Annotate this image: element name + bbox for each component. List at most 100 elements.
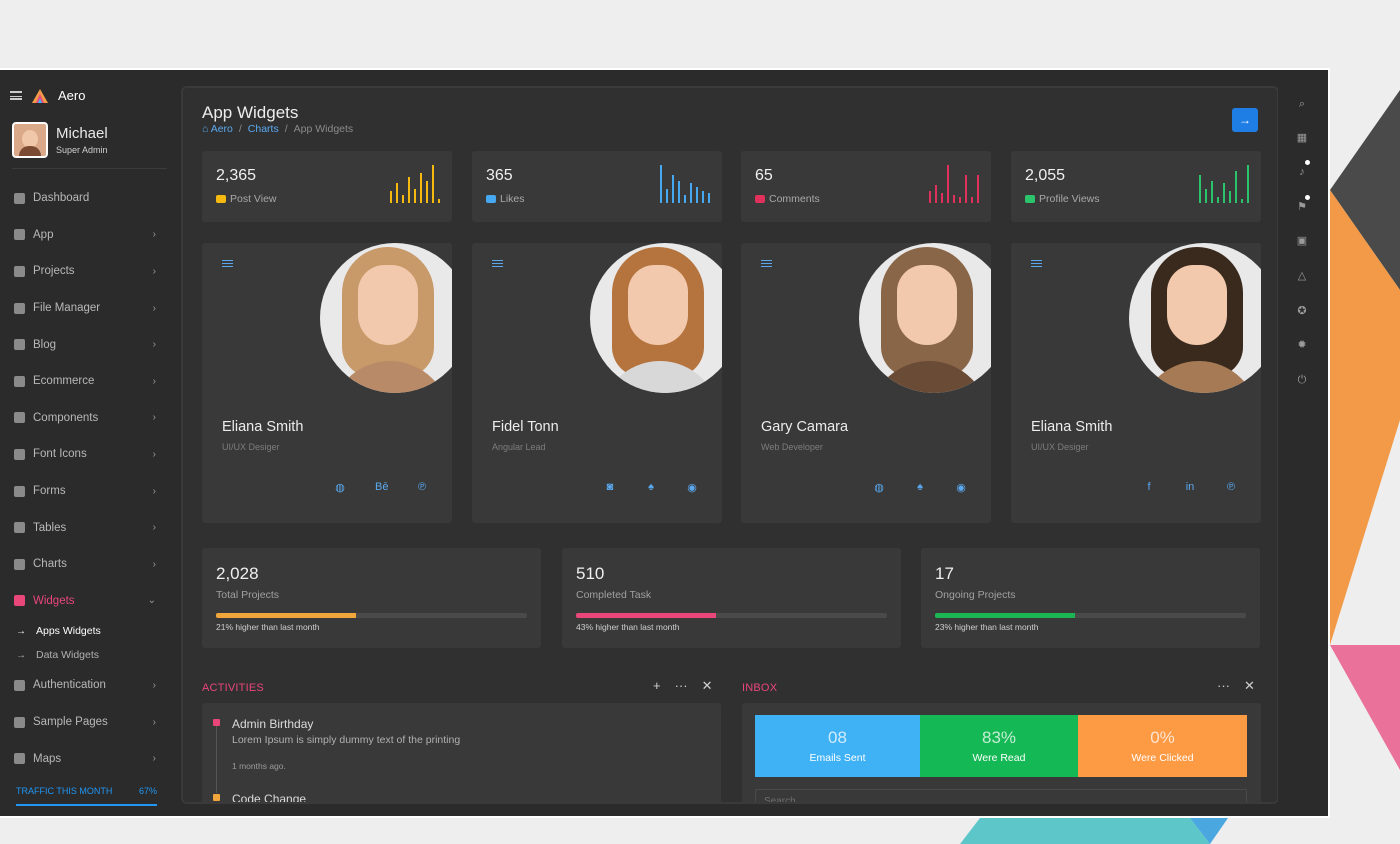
- stat-value: 365: [486, 167, 513, 184]
- sidebar-item-authentication[interactable]: Authentication ›: [0, 667, 176, 704]
- sparkline-bar: [666, 189, 668, 203]
- sparkline-bar: [696, 187, 698, 203]
- brand: Aero: [10, 88, 85, 103]
- sidebar-item-blog[interactable]: Blog ›: [0, 326, 176, 363]
- stat-card: 65 Comments: [741, 151, 991, 222]
- bell-icon[interactable]: ♪: [1296, 166, 1308, 178]
- sparkline-bar: [971, 197, 973, 203]
- soccer-icon[interactable]: ✪: [1296, 305, 1308, 317]
- arrow-icon: →: [16, 649, 26, 661]
- sparkline-bar: [402, 195, 404, 203]
- profile-card: Eliana Smith UI/UX Desiger ◍ Bē ℗: [202, 243, 452, 523]
- inbox-panel: 08 Emails Sent 83% Were Read 0% Were Clicked …: [742, 703, 1261, 802]
- sidebar-item-components[interactable]: Components ›: [0, 400, 176, 437]
- profile-card-name[interactable]: Gary Camara: [761, 419, 848, 435]
- avatar[interactable]: [12, 122, 48, 158]
- grid-icon[interactable]: ▦: [1296, 132, 1308, 144]
- inbox-tile-label: Were Clicked: [1131, 752, 1194, 764]
- progress-card: 510 Completed Task 43% higher than last mo…: [562, 548, 901, 648]
- menu-icon[interactable]: [1031, 260, 1042, 267]
- menu-icon[interactable]: [10, 91, 22, 100]
- profile-card-name[interactable]: Eliana Smith: [222, 419, 303, 435]
- sidebar-item-tables[interactable]: Tables ›: [0, 509, 176, 546]
- dribbble-icon[interactable]: ◍: [334, 481, 346, 494]
- twitter-icon[interactable]: ♠: [645, 481, 657, 494]
- sidebar-subitem-apps-widgets[interactable]: → Apps Widgets: [0, 619, 176, 643]
- calendar-icon[interactable]: ▣: [1296, 235, 1308, 247]
- puzzle-icon: [14, 595, 25, 607]
- sparkline-bars: [1199, 165, 1249, 203]
- github-icon[interactable]: ◉: [686, 481, 698, 494]
- sidebar-item-ecommerce[interactable]: Ecommerce ›: [0, 363, 176, 400]
- progress-fill: [216, 613, 356, 618]
- sidebar-item-forms[interactable]: Forms ›: [0, 473, 176, 510]
- sparkline-bar: [1241, 199, 1243, 203]
- brand-name[interactable]: Aero: [58, 88, 85, 103]
- sidebar-item-widgets[interactable]: Widgets ⌄: [0, 583, 176, 620]
- progress-value: 2,028: [216, 564, 259, 583]
- search-input[interactable]: Search: [755, 789, 1247, 802]
- sidebar-item-projects[interactable]: Projects ›: [0, 253, 176, 290]
- sidebar-item-dashboard[interactable]: Dashboard: [0, 180, 176, 217]
- grid-icon: [14, 522, 25, 534]
- close-icon[interactable]: ✕: [702, 678, 713, 694]
- stat-value: 2,055: [1025, 167, 1066, 184]
- photo-face: [897, 265, 957, 345]
- close-icon[interactable]: ✕: [1244, 678, 1255, 694]
- menu-icon[interactable]: [761, 260, 772, 267]
- facebook-icon[interactable]: f: [1143, 481, 1155, 493]
- sidebar-item-file-manager[interactable]: File Manager ›: [0, 290, 176, 327]
- chevron-right-icon: ›: [152, 679, 156, 691]
- github-icon[interactable]: ◉: [955, 481, 967, 494]
- inbox-tile: 08 Emails Sent: [755, 715, 920, 777]
- profile-name[interactable]: Michael: [56, 125, 108, 142]
- activities-title: ACTIVITIES: [202, 682, 264, 694]
- progress-bar: [576, 613, 887, 618]
- sidebar-item-maps[interactable]: Maps ›: [0, 740, 176, 777]
- dribbble-icon[interactable]: ◍: [873, 481, 885, 494]
- breadcrumb-home[interactable]: ⌂ Aero: [202, 123, 233, 135]
- drive-icon[interactable]: △: [1296, 270, 1308, 282]
- sidebar-item-label: Forms: [33, 485, 66, 498]
- profile-card-name[interactable]: Fidel Tonn: [492, 419, 559, 435]
- thumbs-up-icon: [486, 195, 496, 203]
- pinterest-icon[interactable]: ℗: [416, 481, 428, 494]
- twitter-icon[interactable]: ♠: [914, 481, 926, 494]
- sidebar-item-label: Dashboard: [33, 192, 90, 205]
- app-window: Aero Michael Super Admin Dashboard App › Pr…: [0, 68, 1330, 818]
- pinterest-icon[interactable]: ℗: [1225, 481, 1237, 493]
- gear-icon[interactable]: ✹: [1296, 339, 1308, 351]
- linkedin-icon[interactable]: in: [1184, 481, 1196, 493]
- menu-icon[interactable]: [492, 260, 503, 267]
- flag-icon[interactable]: ⚑: [1296, 201, 1308, 213]
- sidebar-item-label: Ecommerce: [33, 375, 95, 388]
- more-icon[interactable]: ···: [1217, 678, 1230, 694]
- sidebar-item-app[interactable]: App ›: [0, 217, 176, 254]
- sidebar-item-charts[interactable]: Charts ›: [0, 546, 176, 583]
- arrow-right-button[interactable]: →: [1232, 108, 1258, 132]
- chevron-right-icon: ›: [152, 412, 156, 424]
- sidebar-subitem-data-widgets[interactable]: → Data Widgets: [0, 643, 176, 667]
- add-icon[interactable]: +: [653, 678, 661, 694]
- profile-card-role: UI/UX Desiger: [222, 442, 280, 452]
- behance-icon[interactable]: Bē: [375, 481, 388, 494]
- background-shapes-bottom: [960, 818, 1228, 844]
- sidebar-item-font-icons[interactable]: Font Icons ›: [0, 436, 176, 473]
- more-icon[interactable]: ···: [675, 678, 688, 694]
- sidebar-item-sample-pages[interactable]: Sample Pages ›: [0, 704, 176, 741]
- inbox-title: INBOX: [742, 682, 778, 694]
- inbox-tile-value: 08: [828, 728, 847, 747]
- copy-icon: [14, 716, 25, 728]
- chart-icon: [14, 558, 25, 570]
- breadcrumb-charts[interactable]: Charts: [248, 123, 279, 135]
- instagram-icon[interactable]: ◙: [604, 481, 616, 494]
- power-icon[interactable]: ⏻: [1296, 374, 1308, 386]
- sidebar-subitem-label: Data Widgets: [36, 649, 100, 662]
- aero-logo-icon: [32, 88, 48, 103]
- menu-icon[interactable]: [222, 260, 233, 267]
- search-icon[interactable]: ⌕: [1296, 98, 1308, 110]
- profile-card-name[interactable]: Eliana Smith: [1031, 419, 1112, 435]
- sparkline-bar: [1199, 175, 1201, 203]
- chevron-right-icon: ›: [152, 558, 156, 570]
- inbox-tile-label: Emails Sent: [809, 752, 866, 764]
